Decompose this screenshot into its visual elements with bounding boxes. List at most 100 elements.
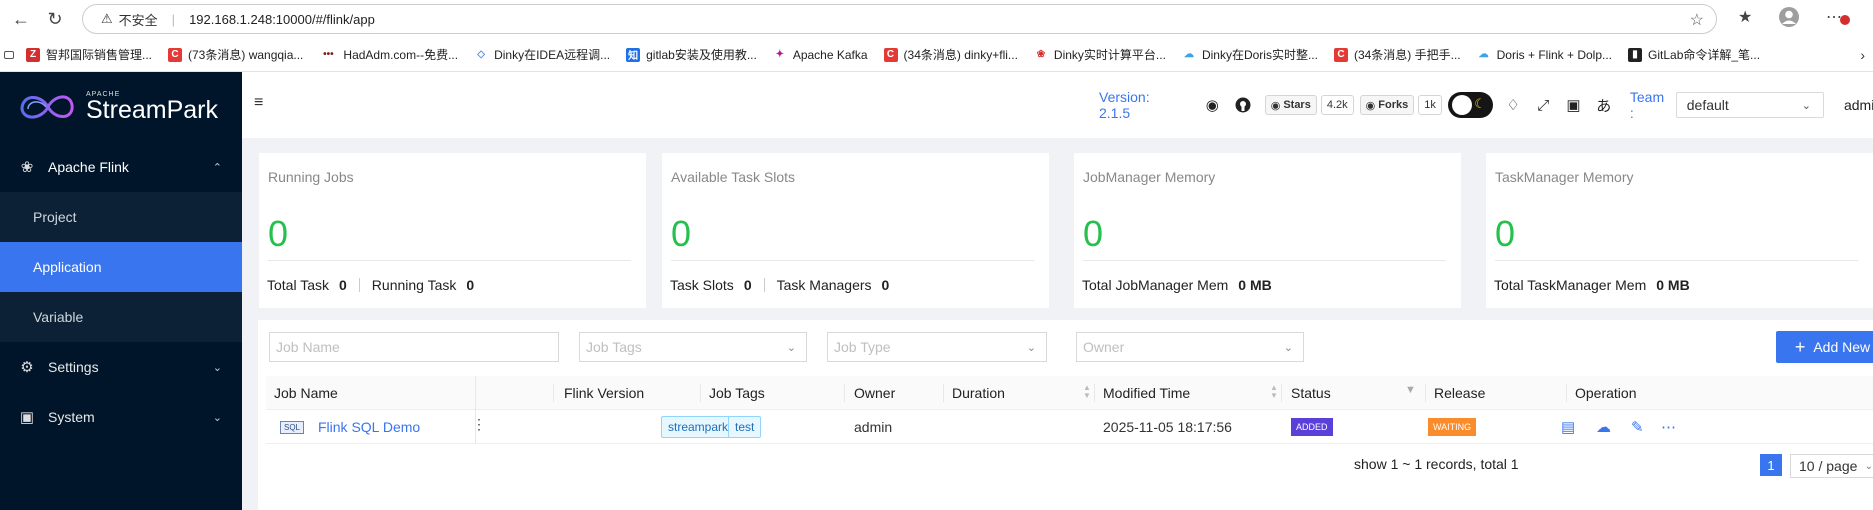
back-icon[interactable]: ← (10, 8, 32, 30)
forks-count[interactable]: 1k (1418, 95, 1442, 115)
chevron-down-icon: ⌄ (1801, 99, 1811, 112)
bookmark-item[interactable]: Z 智邦国际销售管理... (26, 46, 152, 63)
bell-icon[interactable]: ♢ (1505, 96, 1521, 114)
modified-time-cell: 2025-11-05 18:17:56 (1103, 419, 1232, 435)
placeholder: Job Name (276, 339, 340, 355)
stars-count[interactable]: 4.2k (1320, 95, 1354, 115)
bookmark-item[interactable]: ▮ GitLab命令详解_笔... (1628, 46, 1760, 63)
sidebar-item-system[interactable]: ▣ System ⌄ (0, 392, 242, 442)
job-name-input[interactable]: Job Name (269, 332, 559, 362)
bookmark-item[interactable]: 知 gitlab安装及使用教... (626, 46, 757, 63)
app-header: ≡ Version: 2.1.5 ◉ ◉ Stars 4.2k ◉ Forks 1k… (242, 72, 1873, 138)
placeholder: Job Tags (586, 339, 642, 355)
bookmark-label: Dinky实时计算平台... (1053, 48, 1166, 62)
lock-icon[interactable]: ▣ (1565, 96, 1581, 114)
stat-card-taskmanager-memory: TaskManager Memory 0 Total TaskManager M… (1486, 153, 1873, 308)
plus-icon: + (1794, 336, 1806, 357)
chevron-down-icon: ⌄ (212, 361, 222, 374)
favorites-icon[interactable]: ★ (1738, 7, 1752, 27)
bookmark-star-icon[interactable]: ☆ (1690, 10, 1704, 30)
add-new-label: Add New (1813, 339, 1871, 355)
menu-collapse-icon[interactable]: ≡ (254, 94, 263, 112)
sidebar-item-label: Project (33, 209, 77, 225)
url-text[interactable]: 192.168.1.248:10000/#/flink/app (189, 12, 375, 27)
bookmarks-overflow-icon[interactable]: › (1860, 47, 1865, 63)
col-job-name[interactable]: Job Name (274, 385, 338, 401)
details-icon[interactable]: ▤ (1561, 418, 1575, 436)
logo[interactable]: APACHE StreamPark (0, 72, 242, 142)
job-name-link[interactable]: Flink SQL Demo (318, 419, 420, 435)
bookmark-item[interactable]: C (34条消息) 手把手... (1333, 46, 1461, 63)
card-value: 0 (268, 213, 289, 254)
wechat-icon[interactable]: ◉ (1204, 96, 1220, 114)
job-tag[interactable]: test (728, 416, 762, 438)
page-number-button[interactable]: 1 (1760, 454, 1782, 476)
col-flink-version[interactable]: Flink Version (564, 385, 644, 401)
bookmark-item[interactable]: ••• HadAdm.com--免费... (319, 46, 458, 63)
sidebar-item-variable[interactable]: Variable (0, 292, 242, 342)
sort-icon[interactable]: ▲ ▼ (1270, 384, 1278, 400)
owner-select[interactable]: Owner ⌄ (1076, 332, 1304, 362)
deploy-icon[interactable]: ☁ (1596, 418, 1611, 436)
github-icon[interactable] (1234, 96, 1251, 114)
col-owner[interactable]: Owner (854, 385, 895, 401)
job-tags-select[interactable]: Job Tags ⌄ (579, 332, 807, 362)
add-new-button[interactable]: + Add New (1776, 331, 1873, 363)
github-stars-button[interactable]: ◉ Stars (1264, 95, 1317, 115)
bookmark-item[interactable]: C (73条消息) wangqia... (168, 46, 303, 63)
profile-avatar-icon[interactable] (1778, 6, 1800, 28)
edit-icon[interactable]: ✎ (1631, 418, 1644, 436)
team-select-value: default (1686, 97, 1729, 113)
card-title: Available Task Slots (671, 169, 795, 185)
address-bar[interactable]: ⚠ 不安全 | 192.168.1.248:10000/#/flink/app … (82, 4, 1717, 34)
bookmarks-bar: Z 智邦国际销售管理... C (73条消息) wangqia... ••• HadA… (0, 38, 1873, 72)
table-row[interactable]: SQL Flink SQL Demo streampark test admin… (266, 410, 1873, 444)
team-select[interactable]: default ⌄ (1675, 92, 1824, 118)
bookmark-label: (34条消息) 手把手... (1353, 48, 1461, 62)
sidebar-item-settings[interactable]: ⚙ Settings ⌄ (0, 342, 242, 392)
col-job-tags[interactable]: Job Tags (709, 385, 765, 401)
job-tag[interactable]: streampark (661, 416, 736, 438)
col-release[interactable]: Release (1434, 385, 1485, 401)
reload-icon[interactable]: ↻ (44, 8, 66, 30)
bookmarks-folder-icon[interactable] (4, 50, 14, 59)
table-header: Job Name Flink Version Job Tags Owner Du… (266, 376, 1873, 410)
main-content: Running Jobs 0 Total Task 0 Running Task 0… (242, 138, 1873, 510)
bookmark-label: gitlab安装及使用教... (646, 48, 757, 62)
filter-icon[interactable]: ▼ (1405, 384, 1416, 396)
sidebar-item-application[interactable]: Application (0, 242, 242, 292)
sidebar-item-apache-flink[interactable]: ❀ Apache Flink ⌃ (0, 142, 242, 192)
translate-icon[interactable]: あ (1596, 96, 1612, 115)
job-type-select[interactable]: Job Type ⌄ (827, 332, 1047, 362)
theme-toggle[interactable]: ☾ (1447, 92, 1493, 118)
bookmark-item[interactable]: ☁ Doris + Flink + Dolp... (1476, 47, 1612, 62)
placeholder: Owner (1083, 339, 1125, 355)
browser-menu-icon[interactable]: ⋯ (1826, 7, 1850, 27)
team-label: Team : (1629, 89, 1665, 121)
bookmark-item[interactable]: ◇ Dinky在IDEA远程调... (474, 46, 610, 63)
col-duration[interactable]: Duration (952, 385, 1005, 401)
sort-icon[interactable]: ▲ ▼ (1083, 384, 1091, 400)
card-divider (1083, 260, 1446, 261)
status-badge: ADDED (1291, 418, 1333, 436)
bookmark-favicon-icon: C (1333, 47, 1348, 62)
page-size-select[interactable]: 10 / page ⌄ (1790, 454, 1873, 478)
bookmark-item[interactable]: ☁ Dinky在Doris实时整... (1181, 46, 1318, 63)
card-foot-value: 0 (466, 277, 475, 293)
col-status[interactable]: Status (1291, 385, 1331, 401)
more-icon[interactable]: ⋯ (1661, 418, 1676, 436)
bookmark-item[interactable]: ❀ Dinky实时计算平台... (1033, 46, 1166, 63)
column-separator (844, 384, 845, 402)
col-modified-time[interactable]: Modified Time (1103, 385, 1190, 401)
release-badge: WAITING (1428, 418, 1477, 436)
bookmark-item[interactable]: C (34条消息) dinky+fli... (883, 46, 1018, 63)
bookmark-favicon-icon: ▮ (1628, 47, 1643, 62)
sidebar-item-project[interactable]: Project (0, 192, 242, 242)
bookmark-label: GitLab命令详解_笔... (1648, 48, 1761, 62)
fullscreen-icon[interactable]: ⤢ (1535, 96, 1551, 114)
browser-toolbar: ← ↻ ⚠ 不安全 | 192.168.1.248:10000/#/flink/… (0, 0, 1873, 38)
card-foot-label: Total JobManager Mem (1082, 277, 1229, 293)
github-forks-button[interactable]: ◉ Forks (1359, 95, 1415, 115)
user-menu[interactable]: admin (1844, 97, 1873, 113)
bookmark-item[interactable]: ✦ Apache Kafka (772, 47, 868, 62)
